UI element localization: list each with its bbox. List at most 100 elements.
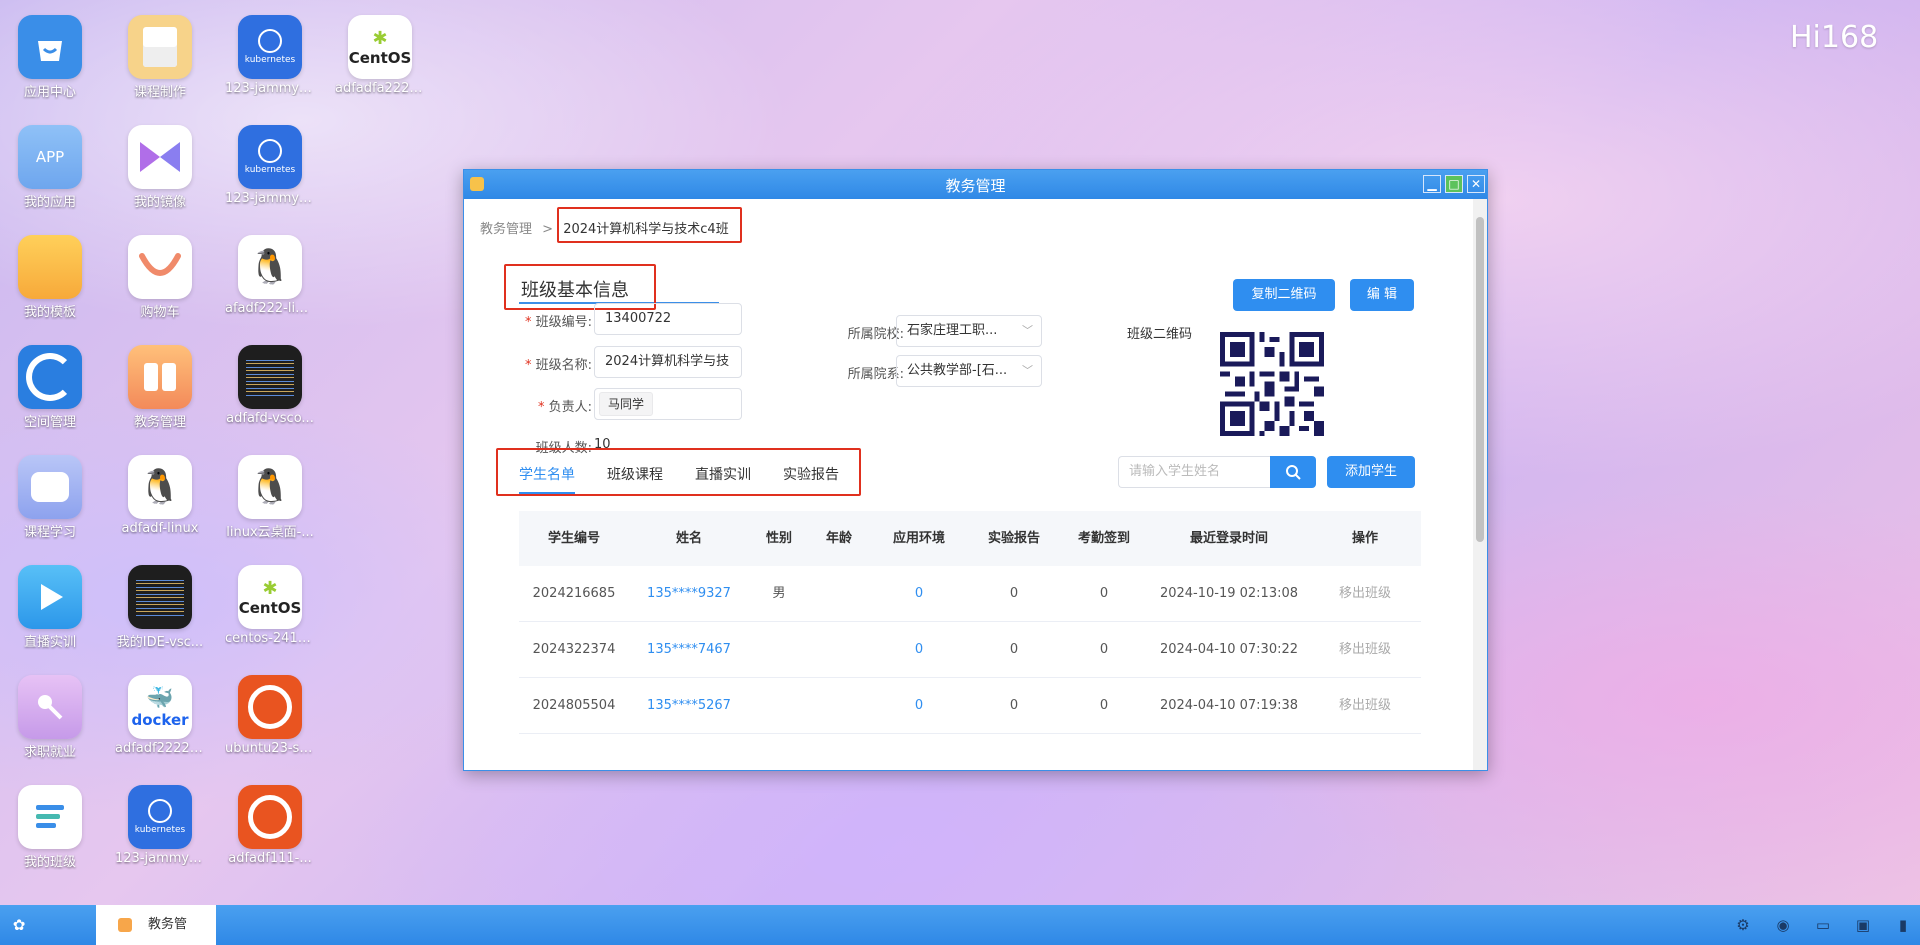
dept-select[interactable]: 公共教学部-[石... ﹀	[896, 355, 1042, 387]
desktop-icon-label: 我的镜像	[133, 195, 186, 210]
kubernetes-icon: kubernetes	[238, 125, 302, 189]
gear-icon[interactable]: ⚙	[1734, 916, 1752, 934]
remove-from-class-button[interactable]: 移出班级	[1309, 678, 1421, 733]
desktop-icon-label: 123-jammy-...	[225, 191, 315, 206]
student-name-link[interactable]: 135****9327	[629, 566, 749, 621]
column-header: 姓名	[675, 531, 702, 546]
chevron-down-icon: ﹀	[1022, 364, 1033, 377]
start-menu-icon[interactable]: ✿	[10, 916, 28, 934]
desktop-icon-label: 123-jammy-...	[115, 851, 205, 866]
desktop-icon-live-training[interactable]: 直播实训	[5, 565, 95, 650]
desktop-icon-cart[interactable]: 购物车	[115, 235, 205, 320]
app-env-link[interactable]: 0	[869, 566, 969, 621]
scrollbar-thumb[interactable]	[1476, 217, 1484, 542]
minimize-button[interactable]: ▁	[1423, 175, 1441, 193]
desktop-icon-adfadf-linux[interactable]: 🐧 adfadf-linux	[115, 455, 205, 536]
desktop-icon-label: adfadf-linux	[121, 521, 199, 536]
desktop-icon-afadf222-linux[interactable]: 🐧 afadf222-linux	[225, 235, 315, 316]
desktop-icon-label: centos-2410...	[225, 631, 315, 646]
centos-icon: ✱ CentOS	[348, 15, 412, 79]
desktop-icon-jammy-3[interactable]: kubernetes 123-jammy-...	[115, 785, 205, 866]
desktop-icon-adfadfa2221[interactable]: ✱ CentOS adfadfa2221...	[335, 15, 425, 96]
desktop-icon-label: linux云桌面-...	[226, 525, 314, 540]
desktop-icon-my-templates[interactable]: 我的模板	[5, 235, 95, 320]
code-editor-icon	[128, 565, 192, 629]
maximize-button[interactable]: □	[1445, 175, 1463, 193]
app-env-link[interactable]: 0	[869, 622, 969, 677]
close-button[interactable]: ✕	[1467, 175, 1485, 193]
desktop-icon-label: 课程学习	[23, 525, 76, 540]
desktop-icon-course-making[interactable]: 课程制作	[115, 15, 205, 100]
desktop-icon-space-manage[interactable]: 空间管理	[5, 345, 95, 430]
school-label: 所属院校:	[847, 327, 904, 342]
desktop-icon-label: 教务管理	[133, 415, 186, 430]
window-title: 教务管理	[945, 177, 1006, 195]
desktop-icon-centos-2410[interactable]: ✱ CentOS centos-2410...	[225, 565, 315, 646]
desktop-icon-label: 应用中心	[23, 85, 76, 100]
column-header: 考勤签到	[1077, 531, 1130, 546]
owner-field[interactable]: 马同学	[594, 388, 742, 420]
window-scrollbar[interactable]	[1473, 199, 1487, 770]
desktop-icon-label: 123-jammy-...	[225, 81, 315, 96]
remove-from-class-button[interactable]: 移出班级	[1309, 622, 1421, 677]
qr-code-image	[1220, 332, 1324, 436]
desktop-icon-adfafd-vscode[interactable]: adfafd-vsco...	[225, 345, 315, 426]
desktop-icon-adfadf111[interactable]: adfadf111-...	[225, 785, 315, 866]
highlight-box-breadcrumb	[557, 207, 742, 243]
desktop-icon-label: adfafd-vsco...	[226, 411, 314, 426]
owner-label: * 负责人:	[537, 400, 592, 415]
desktop-icon-jammy-1[interactable]: kubernetes 123-jammy-...	[225, 15, 315, 96]
volume-icon[interactable]: ▮	[1894, 916, 1912, 934]
desktop-icon-docker[interactable]: 🐳 docker adfadf2222-j...	[115, 675, 205, 756]
copy-qr-button[interactable]: 复制二维码	[1233, 279, 1335, 311]
chat-icon[interactable]: ▭	[1814, 916, 1832, 934]
window-titlebar[interactable]: 教务管理 ▁ □ ✕	[464, 170, 1487, 199]
remove-from-class-button[interactable]: 移出班级	[1309, 566, 1421, 621]
app-folder-icon: APP	[18, 125, 82, 189]
desktop-icon-my-apps[interactable]: APP 我的应用	[5, 125, 95, 210]
dept-label: 所属院系:	[847, 367, 904, 382]
desktop-icon-my-ide[interactable]: 我的IDE-vsc...	[115, 565, 205, 650]
desktop-icon-linux-desktop[interactable]: 🐧 linux云桌面-...	[225, 455, 315, 540]
search-button[interactable]	[1270, 456, 1316, 488]
ubuntu-icon	[238, 675, 302, 739]
app-env-link[interactable]: 0	[869, 678, 969, 733]
highlight-box-tabs	[496, 448, 861, 496]
desktop-icon-my-class[interactable]: 我的班级	[5, 785, 95, 870]
desktop-icon-my-images[interactable]: 我的镜像	[115, 125, 205, 210]
column-header: 应用环境	[892, 531, 945, 546]
desktop-icon-app-center[interactable]: 应用中心	[5, 15, 95, 100]
desktop-icon-course-learning[interactable]: 课程学习	[5, 455, 95, 540]
swirl-icon	[18, 345, 82, 409]
desktop-icon-label: 直播实训	[23, 635, 76, 650]
smile-icon	[128, 235, 192, 299]
class-no-field[interactable]: 13400722	[594, 303, 742, 335]
desktop-icon-ubuntu23[interactable]: ubuntu23-se...	[225, 675, 315, 756]
wechat-icon[interactable]: ◉	[1774, 916, 1792, 934]
minimize-icon: ▁	[1427, 177, 1437, 191]
desktop-icon-jammy-2[interactable]: kubernetes 123-jammy-...	[225, 125, 315, 206]
monitor-icon[interactable]: ▣	[1854, 916, 1872, 934]
table-row: 2024805504 135****5267 0 0 0 2024-04-10 …	[519, 678, 1421, 734]
class-no-label: * 班级编号:	[524, 315, 592, 330]
edit-button[interactable]: 编 辑	[1350, 279, 1414, 311]
table-header: 学生编号 姓名 性别 年龄 应用环境 实验报告 考勤签到 最近登录时间 操作	[519, 511, 1421, 566]
column-header: 最近登录时间	[1189, 531, 1268, 546]
class-name-field[interactable]: 2024计算机科学与技	[594, 346, 742, 378]
desktop-icon-label: 求职就业	[23, 745, 76, 760]
desktop-icon-academic-admin[interactable]: 教务管理	[115, 345, 205, 430]
desktop-icon-label: ubuntu23-se...	[225, 741, 315, 756]
folder-icon	[18, 235, 82, 299]
student-name-link[interactable]: 135****5267	[629, 678, 749, 733]
add-student-button[interactable]: 添加学生	[1327, 456, 1415, 488]
maximize-icon: □	[1448, 177, 1460, 191]
taskbar-item-academic-admin[interactable]: 教务管	[96, 905, 216, 945]
breadcrumb-root[interactable]: 教务管理	[480, 222, 532, 237]
school-select[interactable]: 石家庄理工职... ﹀	[896, 315, 1042, 347]
desktop-icon-label: 我的应用	[23, 195, 76, 210]
desktop-icon-job-hunting[interactable]: 求职就业	[5, 675, 95, 760]
student-search-input[interactable]: 请输入学生姓名	[1118, 456, 1270, 488]
student-name-link[interactable]: 135****7467	[629, 622, 749, 677]
student-table: 学生编号 姓名 性别 年龄 应用环境 实验报告 考勤签到 最近登录时间 操作 2…	[519, 511, 1421, 734]
code-editor-icon	[238, 345, 302, 409]
